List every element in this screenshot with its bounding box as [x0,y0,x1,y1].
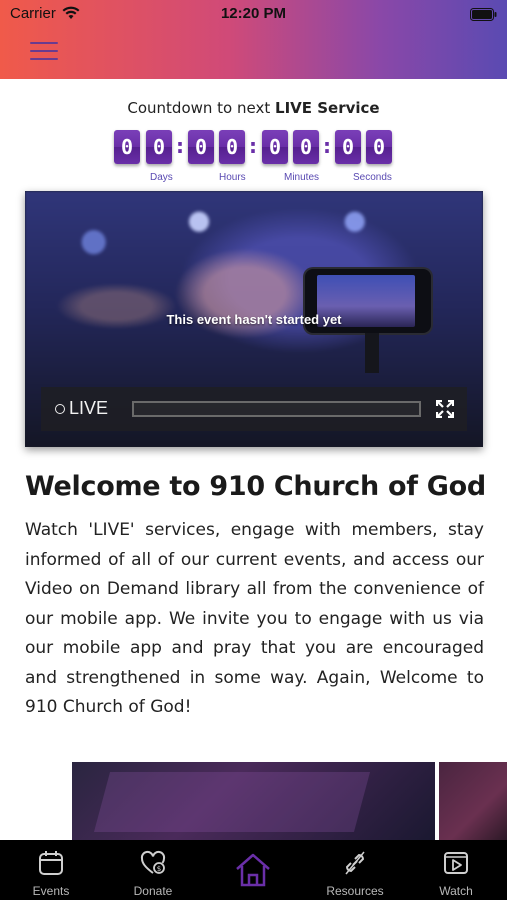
tab-events-label: Events [32,884,70,898]
tab-donate[interactable]: $ Donate [117,840,189,900]
countdown-separator: : [323,134,331,158]
fullscreen-icon[interactable] [436,400,454,418]
video-status-message: This event hasn't started yet [166,312,342,327]
tab-home[interactable] [220,840,286,900]
countdown-unit-hours: Hours [219,172,246,183]
tab-resources-label: Resources [326,884,384,898]
welcome-body: Watch 'LIVE' services, engage with membe… [25,520,484,717]
video-thumbnail[interactable] [439,762,507,842]
live-label: LIVE [69,398,109,418]
countdown-digit: 0 [114,130,140,164]
home-icon [236,853,270,887]
status-time: 12:20 PM [220,5,287,22]
countdown-digit: 0 [219,130,245,164]
status-bar: Carrier 12:20 PM [0,0,507,28]
countdown-title-bold: LIVE Service [275,99,380,117]
tab-donate-label: Donate [133,884,173,898]
heart-dollar-icon: $ [140,850,166,874]
tab-watch-label: Watch [439,884,473,898]
countdown-digit: 0 [366,130,392,164]
countdown-digit: 0 [293,130,319,164]
countdown-separator: : [249,134,257,158]
calendar-icon [39,851,63,875]
countdown-title-prefix: Countdown to next [127,99,276,117]
link-icon [345,851,365,875]
countdown-digit: 0 [146,130,172,164]
tab-watch[interactable]: Watch [421,840,491,900]
tab-events[interactable]: Events [16,840,86,900]
bottom-tab-bar: Events $ Donate Resources Watch [0,840,507,900]
battery-icon [470,8,497,21]
countdown-digit: 0 [262,130,288,164]
countdown-digit: 0 [335,130,361,164]
countdown-title: Countdown to next LIVE Service [0,99,507,117]
video-controls: LIVE [41,387,467,431]
countdown-unit-minutes: Minutes [284,172,320,183]
app-header: Carrier 12:20 PM [0,0,507,79]
countdown-unit-seconds: Seconds [353,172,392,183]
video-player[interactable]: This event hasn't started yet LIVE [25,191,483,447]
welcome-title: Welcome to 910 Church of God [25,471,486,502]
countdown-separator: : [176,134,184,158]
countdown-unit-days: Days [150,172,173,183]
live-indicator-icon [55,404,65,414]
svg-text:$: $ [157,865,161,873]
video-thumbnail[interactable] [72,762,435,842]
hamburger-icon[interactable] [30,40,60,62]
video-progress-bar[interactable] [132,401,421,417]
countdown-digit: 0 [188,130,214,164]
play-icon [444,852,468,874]
tab-resources[interactable]: Resources [316,840,394,900]
